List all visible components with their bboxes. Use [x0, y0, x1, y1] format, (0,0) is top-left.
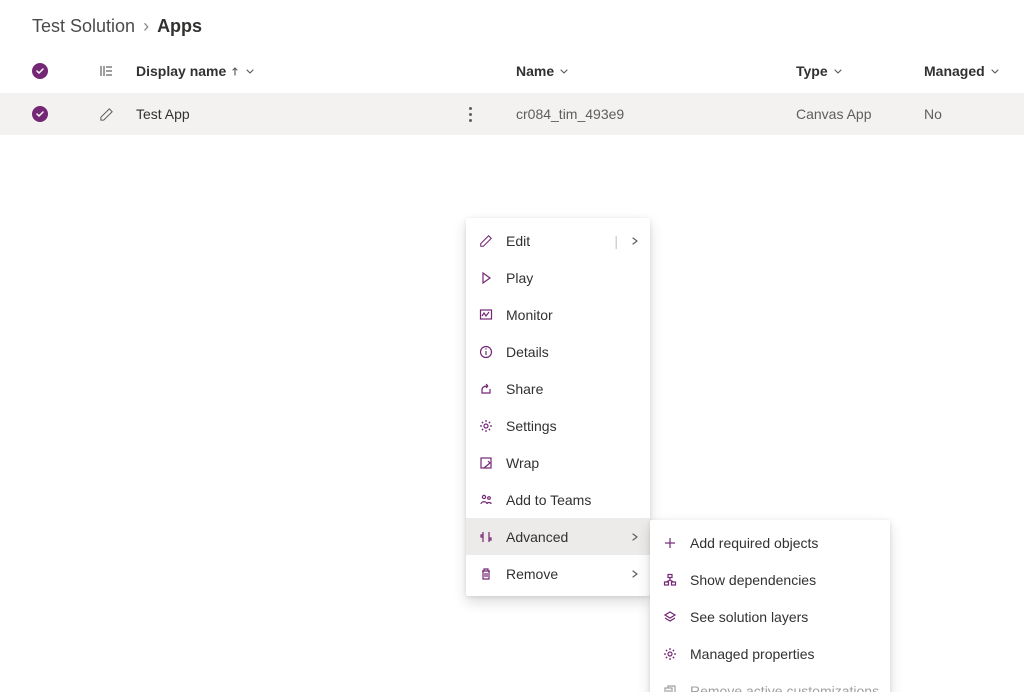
plus-icon — [662, 535, 678, 551]
submenu-add-required-label: Add required objects — [690, 535, 880, 551]
menu-monitor-label: Monitor — [506, 307, 640, 323]
menu-play[interactable]: Play — [466, 259, 650, 296]
submenu-add-required[interactable]: Add required objects — [650, 524, 890, 561]
breadcrumb-parent[interactable]: Test Solution — [32, 16, 135, 37]
info-icon — [478, 344, 494, 360]
submenu-show-dependencies[interactable]: Show dependencies — [650, 561, 890, 598]
chevron-right-icon — [630, 529, 640, 545]
dependencies-icon — [662, 572, 678, 588]
col-managed-label: Managed — [924, 63, 985, 79]
menu-edit[interactable]: Edit | — [466, 222, 650, 259]
row-display-name-cell: Test App — [132, 102, 512, 126]
menu-details[interactable]: Details — [466, 333, 650, 370]
breadcrumb: Test Solution › Apps — [0, 0, 1024, 49]
col-type-label: Type — [796, 63, 828, 79]
remove-customizations-icon — [662, 683, 678, 692]
col-name-label: Name — [516, 63, 554, 79]
menu-edit-label: Edit — [506, 233, 602, 249]
row-display-name: Test App — [136, 106, 190, 122]
table-row[interactable]: Test App cr084_tim_493e9 Canvas App No — [0, 93, 1024, 135]
checkmark-icon — [32, 106, 48, 122]
submenu-managed-properties-label: Managed properties — [690, 646, 880, 662]
context-menu: Edit | Play Monitor Details — [466, 218, 650, 596]
menu-advanced[interactable]: Advanced — [466, 518, 650, 555]
submenu-show-dependencies-label: Show dependencies — [690, 572, 880, 588]
col-name[interactable]: Name — [512, 63, 792, 79]
chevron-right-icon — [630, 566, 640, 582]
chevron-down-icon — [244, 65, 256, 77]
submenu-remove-active-label: Remove active customizations — [690, 683, 880, 692]
menu-advanced-label: Advanced — [506, 529, 618, 545]
list-icon — [98, 63, 114, 79]
layers-icon — [662, 609, 678, 625]
submenu-advanced: Add required objects Show dependencies S… — [650, 520, 890, 692]
tools-icon — [478, 529, 494, 545]
submenu-managed-properties[interactable]: Managed properties — [650, 635, 890, 672]
chevron-down-icon — [558, 65, 570, 77]
trash-icon — [478, 566, 494, 582]
row-more-button[interactable] — [458, 102, 482, 126]
teams-icon — [478, 492, 494, 508]
breadcrumb-current: Apps — [157, 16, 202, 37]
menu-add-to-teams[interactable]: Add to Teams — [466, 481, 650, 518]
row-managed: No — [920, 106, 1024, 122]
menu-monitor[interactable]: Monitor — [466, 296, 650, 333]
menu-share[interactable]: Share — [466, 370, 650, 407]
pencil-icon — [478, 233, 494, 249]
row-name: cr084_tim_493e9 — [512, 106, 792, 122]
gear-icon — [662, 646, 678, 662]
play-icon — [478, 270, 494, 286]
chevron-down-icon — [989, 65, 1001, 77]
pencil-icon — [99, 107, 114, 122]
menu-settings-label: Settings — [506, 418, 640, 434]
breadcrumb-separator: › — [143, 16, 149, 37]
menu-remove-label: Remove — [506, 566, 618, 582]
menu-play-label: Play — [506, 270, 640, 286]
col-managed[interactable]: Managed — [920, 63, 1024, 79]
menu-share-label: Share — [506, 381, 640, 397]
col-select[interactable] — [0, 63, 76, 79]
chevron-down-icon — [832, 65, 844, 77]
menu-add-to-teams-label: Add to Teams — [506, 492, 640, 508]
table-header: Display name Name Type Managed — [0, 49, 1024, 93]
table: Display name Name Type Managed — [0, 49, 1024, 135]
monitor-icon — [478, 307, 494, 323]
row-select[interactable] — [0, 106, 76, 122]
chevron-right-icon — [630, 233, 640, 249]
sort-asc-icon — [230, 66, 240, 76]
checkmark-icon — [32, 63, 48, 79]
menu-wrap[interactable]: Wrap — [466, 444, 650, 481]
col-type[interactable]: Type — [792, 63, 920, 79]
col-display-name[interactable]: Display name — [132, 63, 512, 79]
menu-wrap-label: Wrap — [506, 455, 640, 471]
col-customize[interactable] — [76, 63, 132, 79]
menu-details-label: Details — [506, 344, 640, 360]
col-display-name-label: Display name — [136, 63, 226, 79]
row-type: Canvas App — [792, 106, 920, 122]
wrap-icon — [478, 455, 494, 471]
submenu-see-layers-label: See solution layers — [690, 609, 880, 625]
menu-settings[interactable]: Settings — [466, 407, 650, 444]
gear-icon — [478, 418, 494, 434]
submenu-remove-active: Remove active customizations — [650, 672, 890, 692]
share-icon — [478, 381, 494, 397]
row-edit-inline[interactable] — [76, 107, 132, 122]
submenu-see-layers[interactable]: See solution layers — [650, 598, 890, 635]
menu-remove[interactable]: Remove — [466, 555, 650, 592]
